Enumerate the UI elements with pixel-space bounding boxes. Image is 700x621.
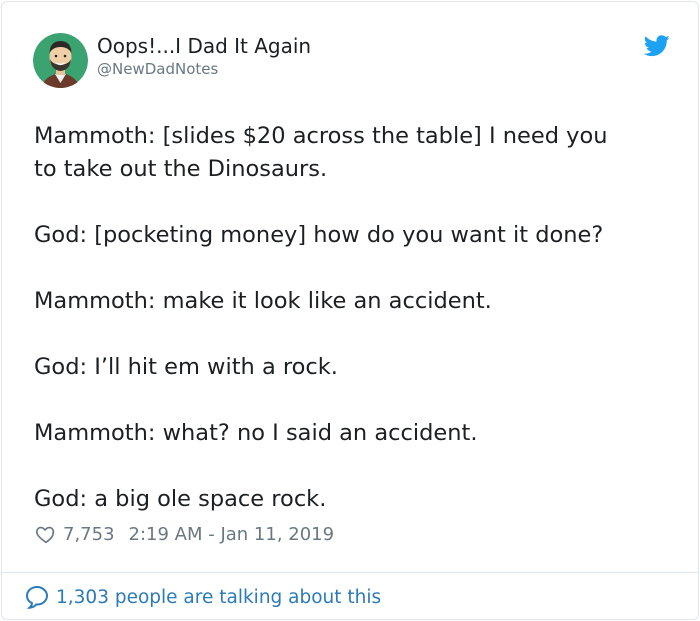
avatar[interactable] [33,33,88,88]
twitter-bird-icon[interactable] [644,35,670,57]
tweet-line: God: [pocketing money] how do you want i… [34,222,604,248]
tweet-line: Mammoth: [slides $20 across the table] I… [34,123,608,149]
display-name[interactable]: Oops!...I Dad It Again [97,33,311,59]
tweet-line: Mammoth: what? no I said an accident. [34,420,478,446]
heart-icon[interactable] [35,523,57,545]
user-handle[interactable]: @NewDadNotes [97,59,311,79]
tweet-line: to take out the Dinosaurs. [34,156,328,182]
tweet-card: Oops!...I Dad It Again @NewDadNotes Mamm… [1,1,699,620]
divider [2,572,698,573]
tweet-header: Oops!...I Dad It Again @NewDadNotes [33,33,670,91]
tweet-timestamp[interactable]: 2:19 AM - Jan 11, 2019 [129,524,335,545]
tweet-line: God: a big ole space rock. [34,486,327,512]
tweet-text: Mammoth: [slides $20 across the table] I… [34,120,674,516]
user-names: Oops!...I Dad It Again @NewDadNotes [97,33,311,79]
tweet-meta: 7,753 2:19 AM - Jan 11, 2019 [35,522,334,546]
tweet-line: God: I’ll hit em with a rock. [34,354,338,380]
speech-bubble-icon [25,585,49,609]
tweet-line: Mammoth: make it look like an accident. [34,288,492,314]
like-count[interactable]: 7,753 [63,524,115,545]
talking-label[interactable]: 1,303 people are talking about this [56,587,381,608]
talking-link[interactable]: 1,303 people are talking about this [24,583,381,611]
